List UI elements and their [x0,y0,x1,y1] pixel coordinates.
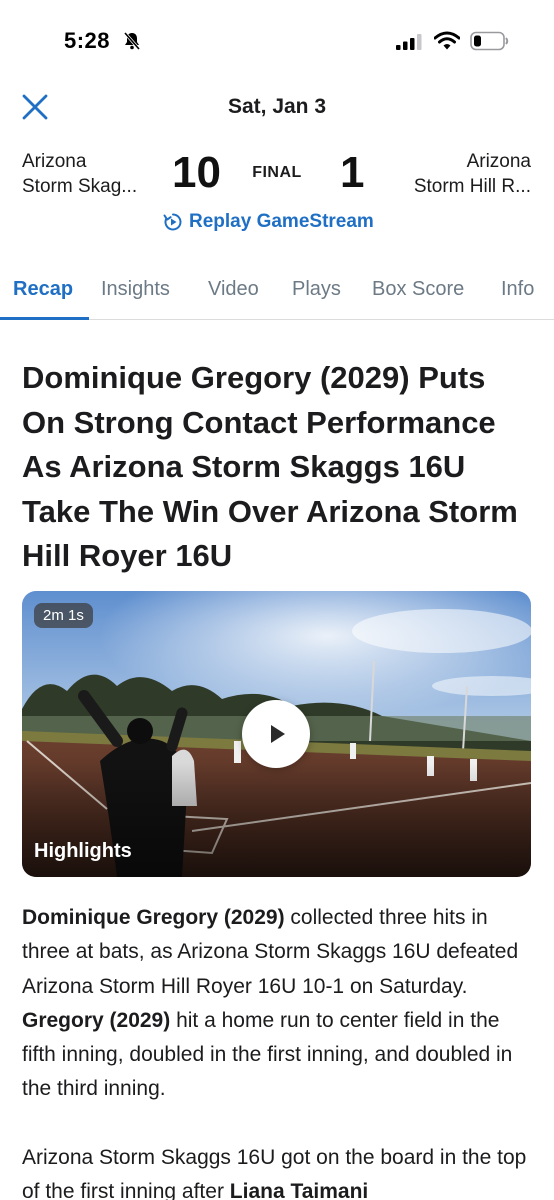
game-date: Sat, Jan 3 [227,95,327,118]
status-time: 5:28 [64,28,111,53]
away-team-line2: Storm Hill R... [413,176,531,197]
article-paragraph-2: Arizona Storm Skaggs 16U got on the boar… [22,1141,534,1200]
tab-box-score[interactable]: Box Score [372,278,464,301]
status-bar: 5:28 [0,0,554,84]
tab-video[interactable]: Video [208,278,259,301]
video-label: Highlights [34,840,132,862]
tab-recap[interactable]: Recap [13,278,73,301]
replay-gamestream-link[interactable]: Replay GameStream [163,208,374,236]
tab-info[interactable]: Info [501,278,534,301]
away-team-line1: Arizona [466,151,531,172]
play-icon [271,725,285,743]
highlights-video[interactable]: 2m 1s Highlights [22,591,531,877]
replay-icon [163,213,182,231]
article-paragraph-1: Dominique Gregory (2029) collected three… [22,906,519,1101]
article-headline: Dominique Gregory (2029) Puts On Strong … [22,360,518,573]
bell-slash-icon [123,32,141,50]
play-button[interactable] [242,700,310,768]
battery-icon [470,31,509,51]
active-tab-indicator [0,317,89,320]
wifi-icon [434,31,460,50]
tab-insights[interactable]: Insights [101,278,170,301]
player-name[interactable]: Gregory (2029) [22,1009,170,1032]
article-body: Dominique Gregory (2029) collected three… [22,901,534,1200]
video-duration-badge: 2m 1s [34,603,93,628]
tab-plays[interactable]: Plays [292,278,341,301]
replay-label: Replay GameStream [189,211,374,232]
signal-icon [396,34,422,50]
player-name[interactable]: Dominique Gregory (2029) [22,906,285,929]
tab-bar: Recap Insights Video Plays Box Score Inf… [0,268,554,320]
away-team-name[interactable]: Arizona Storm Hill R... [414,149,531,199]
player-name[interactable]: Liana Taimani [230,1180,368,1200]
away-score: 1 [340,148,365,197]
